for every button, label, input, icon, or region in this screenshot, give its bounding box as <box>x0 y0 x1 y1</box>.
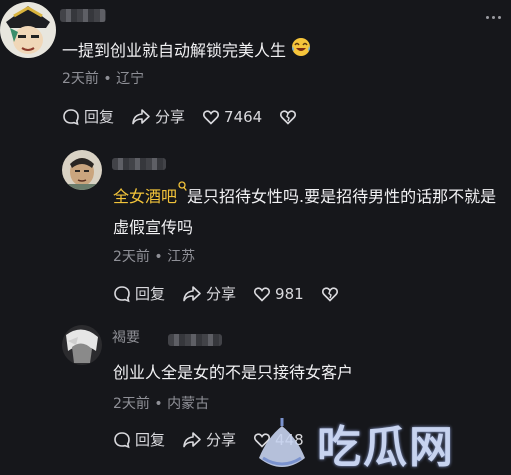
comment-meta: 2天前 • 江苏 <box>113 249 196 265</box>
avatar[interactable] <box>0 2 56 58</box>
laughing-crying-emoji-icon <box>291 36 311 67</box>
reply-button[interactable]: 回复 <box>113 283 165 304</box>
reply-button[interactable]: 回复 <box>113 429 165 450</box>
comment-actions: 回复 分享 981 <box>113 283 356 304</box>
username-redacted[interactable] <box>112 158 166 170</box>
heart-icon <box>203 109 220 125</box>
share-button[interactable]: 分享 <box>182 429 236 450</box>
comment-bubble-icon <box>114 285 130 302</box>
watermark-text: 吃瓜网 <box>317 422 455 473</box>
username-partial[interactable]: 褐要 <box>112 327 140 347</box>
share-button[interactable]: 分享 <box>182 283 236 304</box>
broken-heart-icon <box>280 109 297 125</box>
comment-actions: 回复 分享 7464 <box>62 106 314 127</box>
comment-meta: 2天前 • 内蒙古 <box>113 396 210 412</box>
like-button[interactable]: 7464 <box>202 108 262 126</box>
watermark-logo-icon <box>259 418 305 467</box>
avatar[interactable] <box>62 325 102 365</box>
avatar[interactable] <box>62 150 102 190</box>
like-button[interactable]: 981 <box>253 285 304 303</box>
share-arrow-icon <box>183 285 201 301</box>
share-arrow-icon <box>132 108 150 124</box>
comment-text: 创业人全是女的不是只接待女客户 <box>113 363 354 382</box>
comment-bubble-icon <box>63 108 79 125</box>
watermark: 吃瓜网 <box>249 412 511 474</box>
username-redacted[interactable] <box>60 9 106 22</box>
reply-button[interactable]: 回复 <box>62 106 114 127</box>
hashtag-link[interactable]: 全女酒吧 <box>113 181 187 206</box>
broken-heart-icon <box>321 286 338 302</box>
share-button[interactable]: 分享 <box>131 106 185 127</box>
heart-icon <box>254 286 271 302</box>
more-options-icon[interactable] <box>486 16 501 19</box>
comment-bubble-icon <box>114 431 130 448</box>
comment-text: 全女酒吧 是只招待女性吗.要是招待男性的话那不就是虚假宣传吗 <box>113 181 503 243</box>
username-redacted[interactable] <box>168 334 222 346</box>
dislike-button[interactable] <box>279 108 297 126</box>
comment-text: 一提到创业就自动解锁完美人生 <box>62 35 482 67</box>
dislike-button[interactable] <box>321 285 339 303</box>
comment-meta: 2天前 • 辽宁 <box>62 71 145 87</box>
search-icon <box>178 181 187 191</box>
share-arrow-icon <box>183 431 201 447</box>
